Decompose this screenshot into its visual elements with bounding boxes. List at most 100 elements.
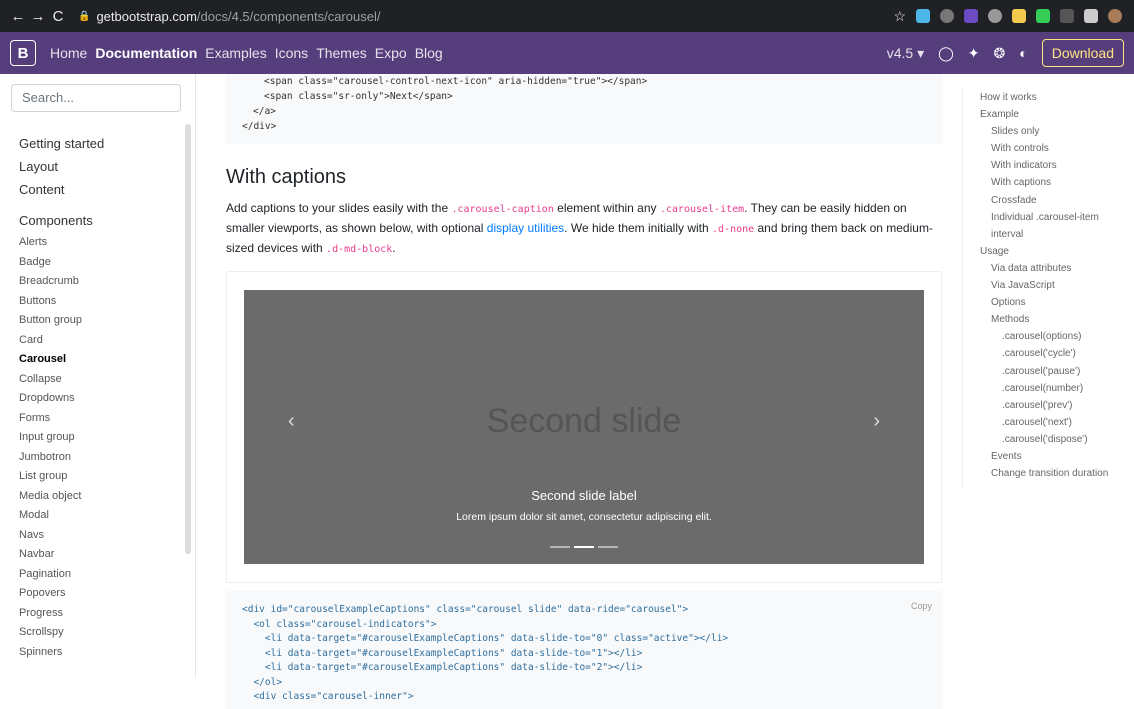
navbar-right: v4.5 ▾ ◯ ✦ ❂ ◐ Download (887, 39, 1124, 67)
toc-link[interactable]: Via data attributes (980, 263, 1108, 274)
address-bar[interactable]: 🔒 getbootstrap.com/docs/4.5/components/c… (78, 9, 893, 24)
extension-icon[interactable] (1060, 9, 1074, 23)
sidebar-item-badge[interactable]: Badge (19, 256, 195, 268)
carousel-indicator[interactable] (550, 546, 570, 548)
display-utilities-link[interactable]: display utilities (487, 221, 564, 235)
toc-link[interactable]: Options (980, 297, 1108, 308)
sidebar-item-input-group[interactable]: Input group (19, 431, 195, 443)
sidebar-scrollbar[interactable] (185, 124, 191, 554)
toc-link[interactable]: With controls (980, 143, 1108, 154)
toc-link[interactable]: With indicators (980, 160, 1108, 171)
extensions-area: ☆ (893, 8, 1122, 25)
nav-link-documentation[interactable]: Documentation (95, 45, 197, 61)
sidebar-item-button-group[interactable]: Button group (19, 314, 195, 326)
sidebar-group-layout[interactable]: Layout (19, 159, 195, 174)
toc-link[interactable]: Events (980, 451, 1108, 462)
toc-link[interactable]: .carousel('cycle') (980, 348, 1108, 359)
sidebar-item-dropdowns[interactable]: Dropdowns (19, 392, 195, 404)
toc-link[interactable]: .carousel(options) (980, 331, 1108, 342)
toc-link[interactable]: .carousel('prev') (980, 400, 1108, 411)
extension-icon[interactable] (1012, 9, 1026, 23)
sidebar-item-navbar[interactable]: Navbar (19, 548, 195, 560)
nav-link-themes[interactable]: Themes (316, 45, 367, 61)
extension-icon[interactable] (916, 9, 930, 23)
code-line: </a> (253, 106, 276, 117)
code-block-top: <span class="carousel-control-next-icon"… (226, 74, 942, 144)
toc-link[interactable]: With captions (980, 177, 1108, 188)
sidebar-item-navs[interactable]: Navs (19, 529, 195, 541)
toc-link[interactable]: Methods (980, 314, 1108, 325)
back-button[interactable]: ← (8, 8, 28, 25)
reload-button[interactable]: C (48, 8, 68, 25)
sidebar-item-spinners[interactable]: Spinners (19, 646, 195, 658)
extension-icon[interactable] (940, 9, 954, 23)
search-input[interactable]: Search... (11, 84, 181, 112)
toc-link[interactable]: Slides only (980, 126, 1108, 137)
code-line: <span class="sr-only">Next</span> (264, 91, 453, 102)
sidebar-item-jumbotron[interactable]: Jumbotron (19, 451, 195, 463)
toc-link[interactable]: .carousel(number) (980, 383, 1108, 394)
toc-link[interactable]: .carousel('next') (980, 417, 1108, 428)
code-line: <li data-target="#carouselExampleCaption… (242, 647, 643, 659)
carousel-indicator[interactable] (598, 546, 618, 548)
toc-divider (962, 88, 963, 488)
section-heading: With captions (226, 166, 347, 188)
toc-link[interactable]: Crossfade (980, 195, 1108, 206)
sidebar-item-buttons[interactable]: Buttons (19, 295, 195, 307)
sidebar-item-forms[interactable]: Forms (19, 412, 195, 424)
opencollective-icon[interactable]: ◐ (1019, 45, 1027, 61)
bootstrap-logo[interactable]: B (10, 40, 36, 66)
carousel-prev-icon[interactable]: ‹ (288, 410, 295, 433)
copy-button[interactable]: Copy (911, 599, 932, 614)
sidebar-item-scrollspy[interactable]: Scrollspy (19, 626, 195, 638)
nav-link-examples[interactable]: Examples (205, 45, 266, 61)
sidebar-item-modal[interactable]: Modal (19, 509, 195, 521)
sidebar-item-carousel[interactable]: Carousel (19, 353, 195, 365)
sidebar-group-content[interactable]: Content (19, 182, 195, 197)
nav-link-expo[interactable]: Expo (375, 45, 407, 61)
carousel: Second slide ‹ › Second slide label Lore… (244, 290, 924, 564)
caption-title: Second slide label (531, 488, 637, 503)
extension-icon[interactable] (964, 9, 978, 23)
forward-button[interactable]: → (28, 8, 48, 25)
bookmark-star-icon[interactable]: ☆ (893, 8, 906, 25)
url-host: getbootstrap.com (96, 8, 197, 24)
nav-link-blog[interactable]: Blog (415, 45, 443, 61)
nav-link-home[interactable]: Home (50, 45, 87, 61)
download-button[interactable]: Download (1041, 39, 1124, 67)
toc-link[interactable]: Via JavaScript (980, 280, 1108, 291)
sidebar-item-list-group[interactable]: List group (19, 470, 195, 482)
carousel-indicator[interactable] (574, 546, 594, 548)
sidebar-item-popovers[interactable]: Popovers (19, 587, 195, 599)
extension-icon[interactable] (1084, 9, 1098, 23)
carousel-indicators (244, 546, 924, 548)
profile-avatar[interactable] (1108, 9, 1122, 23)
twitter-icon[interactable]: ✦ (968, 45, 980, 62)
nav-link-icons[interactable]: Icons (275, 45, 308, 61)
extension-icon[interactable] (988, 9, 1002, 23)
code-line: <span class="carousel-control-next-icon"… (264, 76, 648, 87)
sidebar-item-collapse[interactable]: Collapse (19, 373, 195, 385)
code-line: <li data-target="#carouselExampleCaption… (242, 633, 729, 644)
version-dropdown[interactable]: v4.5 ▾ (887, 45, 924, 62)
toc-link[interactable]: Individual .carousel-item (980, 212, 1108, 223)
sidebar-item-breadcrumb[interactable]: Breadcrumb (19, 275, 195, 287)
github-icon[interactable]: ◯ (938, 45, 954, 62)
sidebar-item-alerts[interactable]: Alerts (19, 236, 195, 248)
extension-icon[interactable] (1036, 9, 1050, 23)
toc-link[interactable]: Example (980, 109, 1108, 120)
sidebar-item-progress[interactable]: Progress (19, 607, 195, 619)
toc-link[interactable]: .carousel('dispose') (980, 434, 1108, 445)
toc-link[interactable]: How it works (980, 92, 1108, 103)
carousel-next-icon[interactable]: › (873, 410, 880, 433)
sidebar-item-card[interactable]: Card (19, 334, 195, 346)
toc-link[interactable]: Usage (980, 246, 1108, 257)
sidebar-group-getting-started[interactable]: Getting started (19, 136, 195, 151)
toc-link[interactable]: .carousel('pause') (980, 366, 1108, 377)
slack-icon[interactable]: ❂ (994, 45, 1006, 62)
toc-link[interactable]: interval (980, 229, 1108, 240)
sidebar-group-components[interactable]: Components (19, 213, 195, 228)
sidebar-item-pagination[interactable]: Pagination (19, 568, 195, 580)
toc-link[interactable]: Change transition duration (980, 468, 1108, 479)
sidebar-item-media-object[interactable]: Media object (19, 490, 195, 502)
